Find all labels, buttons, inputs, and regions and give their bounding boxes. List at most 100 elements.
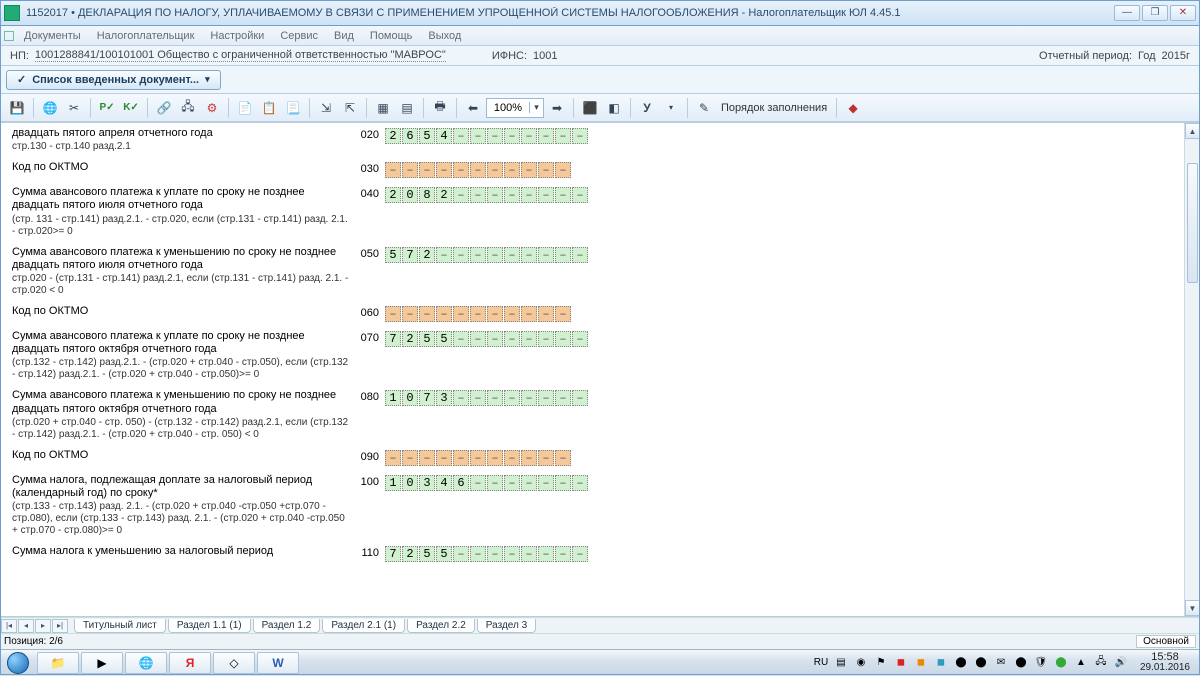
tool-layout2-icon[interactable]: ◧ [603, 97, 625, 119]
task-explorer[interactable]: 📁 [37, 652, 79, 674]
task-chrome[interactable]: 🌐 [125, 652, 167, 674]
input-cell[interactable]: 2 [402, 546, 418, 562]
input-cell[interactable] [453, 306, 469, 322]
input-cell[interactable] [555, 187, 571, 203]
input-cell[interactable]: 3 [419, 475, 435, 491]
input-cell[interactable] [555, 475, 571, 491]
input-cell[interactable] [453, 162, 469, 178]
input-cell[interactable] [504, 306, 520, 322]
cell-group[interactable]: 1073 [385, 389, 589, 406]
input-cell[interactable] [504, 546, 520, 562]
input-cell[interactable] [538, 331, 554, 347]
input-cell[interactable] [504, 162, 520, 178]
input-cell[interactable]: 5 [436, 331, 452, 347]
cell-group[interactable]: 7255 [385, 330, 589, 347]
cell-group[interactable] [385, 449, 572, 466]
tray-icon[interactable]: ⬤ [1054, 656, 1068, 670]
input-cell[interactable] [521, 450, 537, 466]
save-icon[interactable]: 💾 [6, 97, 28, 119]
input-cell[interactable] [453, 450, 469, 466]
input-cell[interactable] [538, 475, 554, 491]
zoom-out-icon[interactable]: ⬅ [462, 97, 484, 119]
input-cell[interactable] [555, 247, 571, 263]
sheet-tab[interactable]: Раздел 2.1 (1) [322, 619, 405, 633]
tray-lang[interactable]: RU [814, 656, 828, 670]
input-cell[interactable] [436, 247, 452, 263]
input-cell[interactable] [453, 546, 469, 562]
tool-u-dd-icon[interactable]: ▾ [660, 97, 682, 119]
input-cell[interactable] [487, 475, 503, 491]
menu-item[interactable]: Помощь [362, 28, 421, 44]
input-cell[interactable] [521, 546, 537, 562]
input-cell[interactable] [487, 390, 503, 406]
menu-item[interactable]: Налогоплательщик [89, 28, 203, 44]
input-cell[interactable] [555, 128, 571, 144]
input-cell[interactable] [470, 390, 486, 406]
input-cell[interactable] [572, 247, 588, 263]
tool-globe-icon[interactable]: 🌐 [39, 97, 61, 119]
input-cell[interactable] [419, 450, 435, 466]
tray-icon[interactable]: ⬤ [1014, 656, 1028, 670]
input-cell[interactable]: 0 [402, 390, 418, 406]
tool-grid1-icon[interactable]: ▦ [372, 97, 394, 119]
input-cell[interactable] [487, 128, 503, 144]
input-cell[interactable] [521, 187, 537, 203]
input-cell[interactable]: 5 [419, 128, 435, 144]
input-cell[interactable] [521, 390, 537, 406]
input-cell[interactable] [470, 331, 486, 347]
input-cell[interactable] [419, 306, 435, 322]
input-cell[interactable] [555, 546, 571, 562]
tray-icon[interactable]: ▲ [1074, 656, 1088, 670]
input-cell[interactable] [402, 162, 418, 178]
input-cell[interactable] [538, 546, 554, 562]
input-cell[interactable]: 1 [385, 475, 401, 491]
zoom-combo[interactable]: ▾ [486, 98, 544, 118]
input-cell[interactable] [487, 162, 503, 178]
tray-icon[interactable]: ◼ [934, 656, 948, 670]
input-cell[interactable]: 7 [385, 331, 401, 347]
input-cell[interactable] [487, 450, 503, 466]
input-cell[interactable] [572, 546, 588, 562]
task-yandex[interactable]: Я [169, 652, 211, 674]
input-cell[interactable]: 3 [436, 390, 452, 406]
tool-doc1-icon[interactable]: 📄 [234, 97, 256, 119]
input-cell[interactable] [470, 162, 486, 178]
nav-first-icon[interactable]: |◂ [1, 619, 17, 633]
tool-link2-icon[interactable]: 🖧 [177, 97, 199, 119]
tool-doc2-icon[interactable]: 📋 [258, 97, 280, 119]
input-cell[interactable]: 7 [402, 247, 418, 263]
input-cell[interactable] [419, 162, 435, 178]
input-cell[interactable] [487, 331, 503, 347]
tool-export-icon[interactable]: ⇲ [315, 97, 337, 119]
input-cell[interactable] [453, 187, 469, 203]
input-cell[interactable] [538, 390, 554, 406]
input-cell[interactable]: 7 [419, 390, 435, 406]
input-cell[interactable]: 2 [402, 331, 418, 347]
input-cell[interactable] [470, 450, 486, 466]
menu-item[interactable]: Вид [326, 28, 362, 44]
menu-item[interactable]: Выход [420, 28, 469, 44]
tray-icon[interactable]: ◉ [854, 656, 868, 670]
input-cell[interactable]: 5 [419, 331, 435, 347]
input-cell[interactable] [436, 162, 452, 178]
input-cell[interactable] [555, 450, 571, 466]
input-cell[interactable]: 2 [385, 128, 401, 144]
input-cell[interactable] [487, 247, 503, 263]
close-button[interactable]: ✕ [1170, 5, 1196, 21]
input-cell[interactable] [504, 475, 520, 491]
input-cell[interactable] [402, 306, 418, 322]
cell-group[interactable]: 10346 [385, 474, 589, 491]
input-cell[interactable] [572, 128, 588, 144]
zoom-dropdown-icon[interactable]: ▾ [529, 102, 543, 113]
tray-network-icon[interactable]: 🖧 [1094, 656, 1108, 670]
input-cell[interactable] [487, 306, 503, 322]
tray-icon[interactable]: ⬤ [954, 656, 968, 670]
input-cell[interactable]: 2 [419, 247, 435, 263]
input-cell[interactable] [453, 128, 469, 144]
tool-print-icon[interactable]: 🖶 [429, 97, 451, 119]
input-cell[interactable] [470, 475, 486, 491]
input-cell[interactable] [453, 247, 469, 263]
input-cell[interactable] [521, 128, 537, 144]
input-cell[interactable] [521, 475, 537, 491]
input-cell[interactable] [436, 306, 452, 322]
